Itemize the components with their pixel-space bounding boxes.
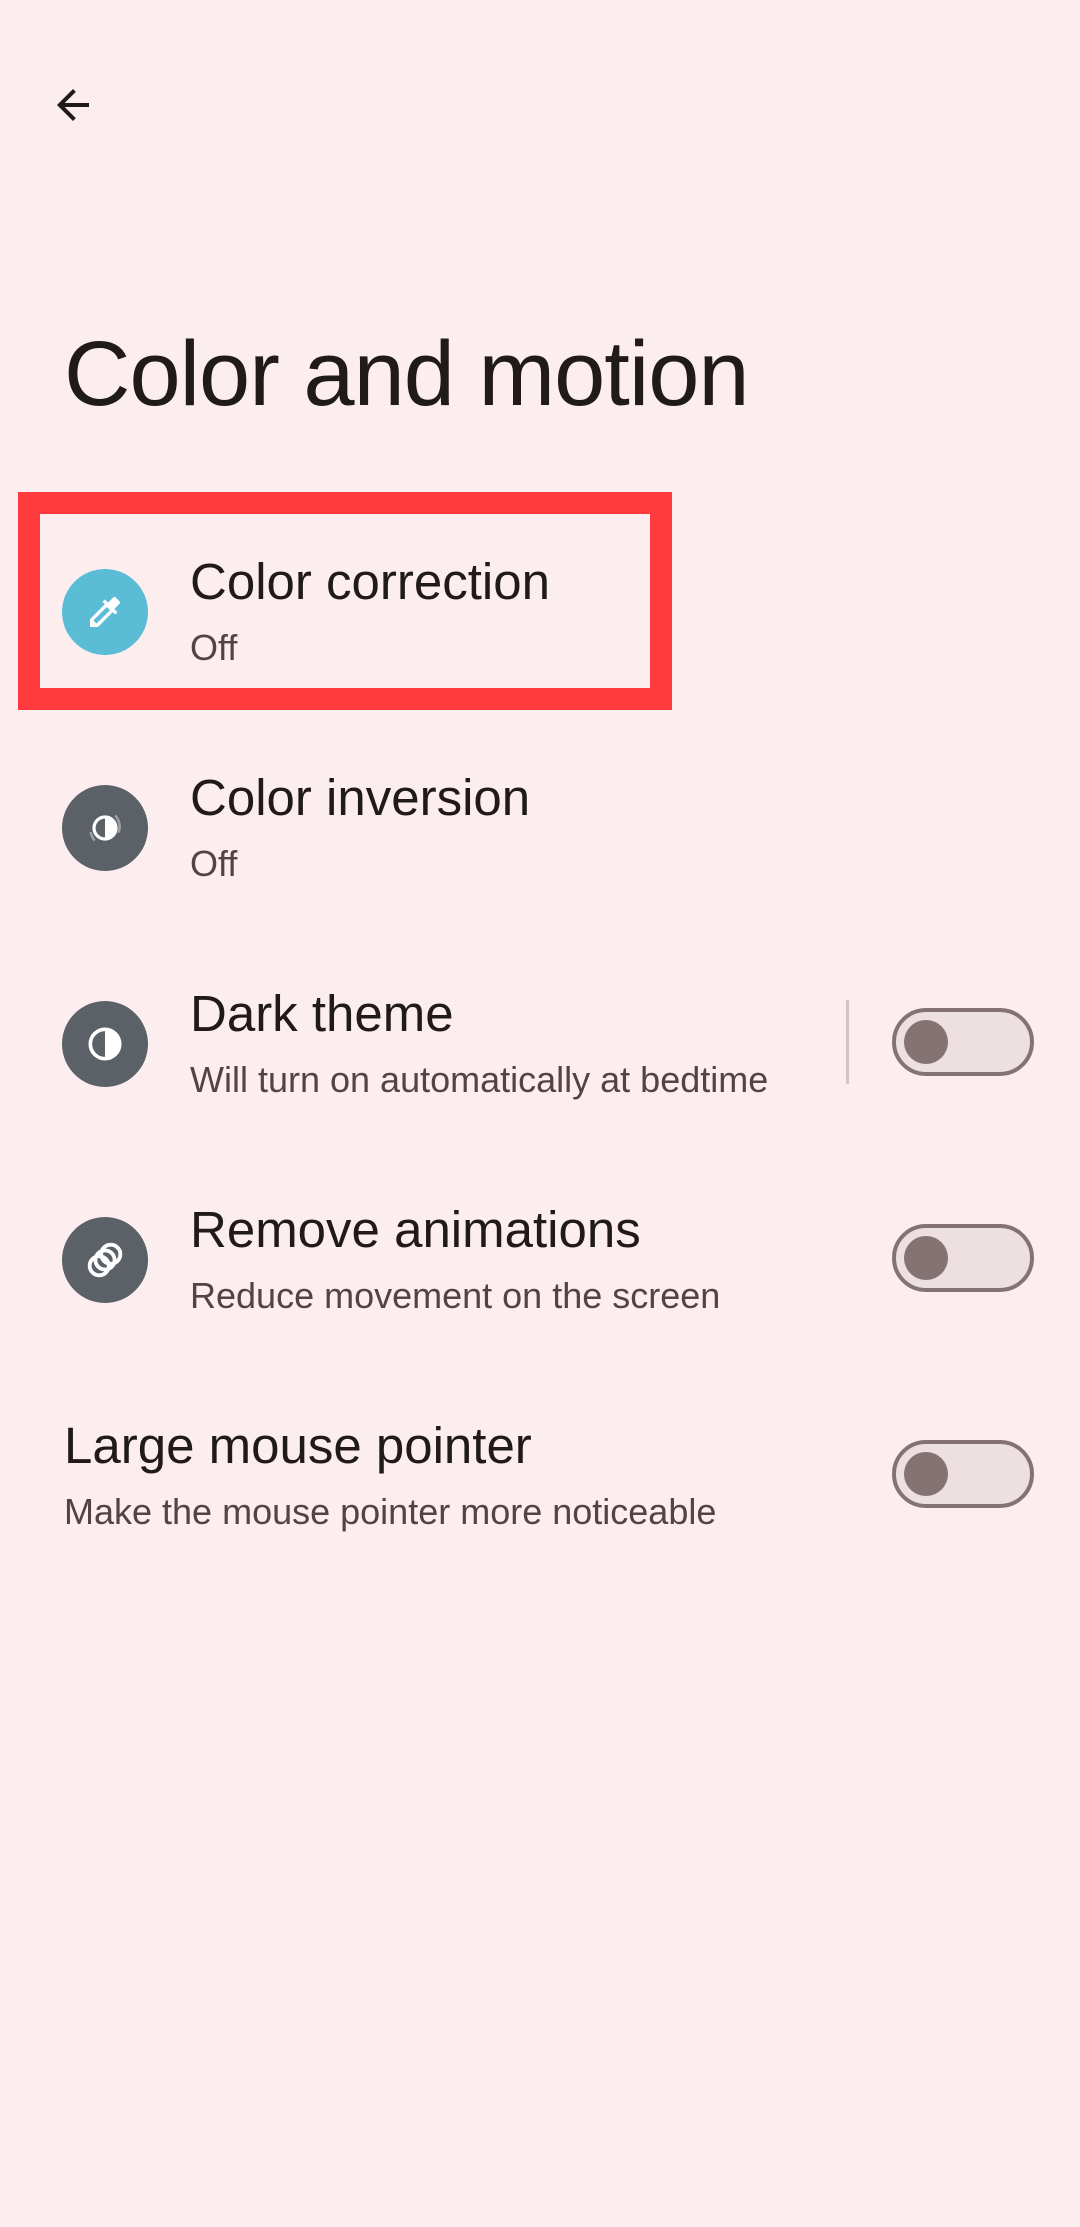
eyedropper-icon <box>90 596 121 627</box>
setting-title: Dark theme <box>190 985 454 1042</box>
setting-title: Color correction <box>190 553 550 610</box>
setting-summary: Off <box>190 627 238 668</box>
setting-title: Color inversion <box>190 769 531 826</box>
remove-animations-toggle[interactable] <box>892 1224 1034 1292</box>
large-mouse-pointer-toggle[interactable] <box>892 1440 1034 1508</box>
setting-large-mouse-pointer[interactable]: Large mouse pointer Make the mouse point… <box>0 1364 1080 1580</box>
setting-dark-theme[interactable]: Dark theme Will turn on automatically at… <box>0 932 1080 1148</box>
setting-summary: Reduce movement on the screen <box>190 1275 721 1316</box>
divider <box>846 1000 849 1084</box>
arrow-back-icon <box>57 89 89 121</box>
setting-summary: Off <box>190 843 238 884</box>
setting-color-inversion[interactable]: Color inversion Off <box>0 716 1080 932</box>
toggle-knob <box>904 1452 948 1496</box>
color-correction-icon-badge <box>62 569 148 655</box>
setting-summary: Will turn on automatically at bedtime <box>190 1059 769 1100</box>
toggle-knob <box>904 1020 948 1064</box>
contrast-icon <box>88 1027 122 1061</box>
setting-color-correction[interactable]: Color correction Off <box>0 500 1080 716</box>
toggle-knob <box>904 1236 948 1280</box>
setting-title: Remove animations <box>190 1201 641 1258</box>
color-inversion-icon <box>89 815 121 841</box>
dark-theme-icon-badge <box>62 1001 148 1087</box>
setting-title: Large mouse pointer <box>64 1417 532 1474</box>
animation-icon <box>87 1242 123 1278</box>
back-button[interactable] <box>30 62 116 148</box>
color-inversion-icon-badge <box>62 785 148 871</box>
page-title: Color and motion <box>64 323 750 425</box>
dark-theme-toggle[interactable] <box>892 1008 1034 1076</box>
setting-remove-animations[interactable]: Remove animations Reduce movement on the… <box>0 1148 1080 1364</box>
setting-summary: Make the mouse pointer more noticeable <box>64 1491 717 1532</box>
remove-animations-icon-badge <box>62 1217 148 1303</box>
